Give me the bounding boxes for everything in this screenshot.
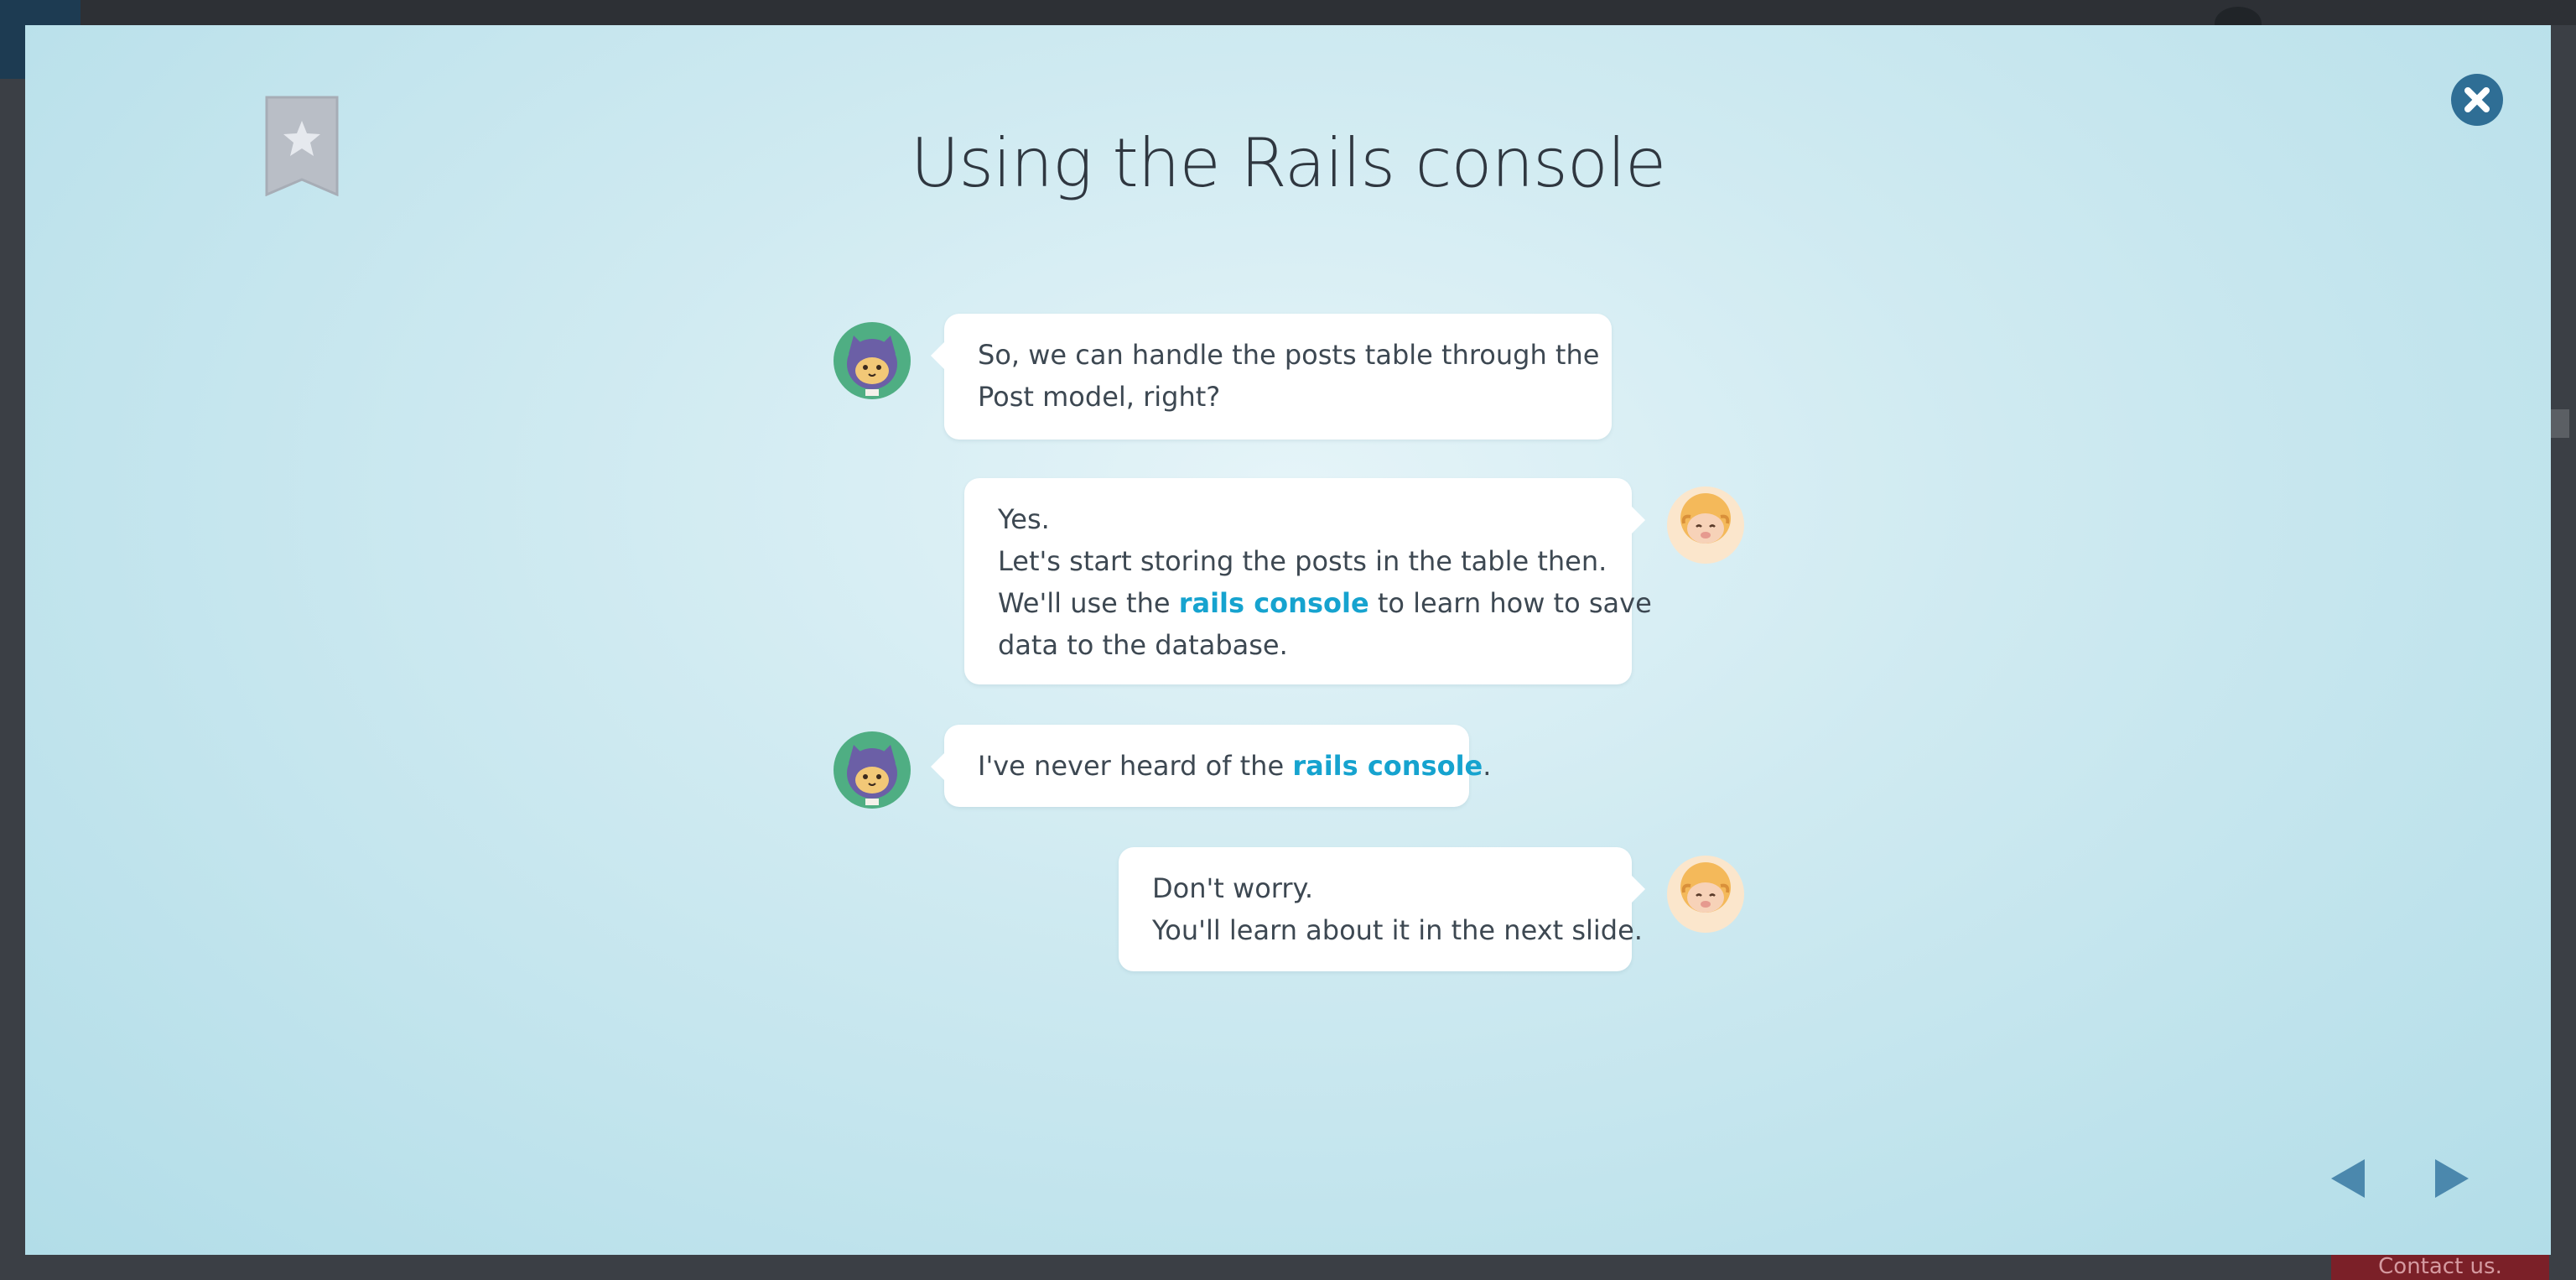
message-text: Post model, right? [978, 381, 1221, 413]
message-bubble: I've never heard of the rails console. [931, 725, 1491, 807]
message-text-part: . [1483, 750, 1492, 782]
sheep-avatar [1665, 854, 1746, 934]
keyword-rails-console: rails console [1292, 750, 1483, 782]
message-text: I've never heard of the rails console. [978, 745, 1491, 787]
message-text: Let's start storing the posts in the tab… [998, 545, 1607, 577]
keyword-rails-console: rails console [1178, 587, 1369, 619]
cat-avatar [832, 320, 912, 401]
message-bubble: Yes. Let's start storing the posts in th… [964, 478, 1652, 684]
message-text: So, we can handle the posts table throug… [978, 339, 1600, 371]
message-text: Don't worry. [1152, 872, 1314, 904]
background-contact-button: Contact us. [2331, 1253, 2549, 1280]
slide-modal: Using the Rails console So, we can handl… [25, 25, 2551, 1255]
background-topbar [0, 0, 2576, 25]
message-text-part: I've never heard of the [978, 750, 1293, 782]
contact-label: Contact us. [2378, 1254, 2502, 1279]
message-bubble: So, we can handle the posts table throug… [931, 314, 1612, 440]
triangle-right-icon [2435, 1159, 2469, 1198]
triangle-left-icon [2331, 1159, 2365, 1198]
next-slide-button[interactable] [2430, 1158, 2472, 1199]
close-icon [2464, 87, 2490, 112]
cat-avatar [832, 730, 912, 810]
sheep-avatar [1665, 485, 1746, 565]
background-scrollbar-thumb [2551, 409, 2569, 438]
slide-title: Using the Rails console [910, 124, 1666, 202]
message-text: data to the database. [998, 629, 1288, 661]
message-text: We'll use the rails console to learn how… [998, 582, 1652, 624]
message-text: You'll learn about it in the next slide. [1152, 914, 1643, 946]
message-text-part: to learn how to save [1368, 587, 1652, 619]
prev-slide-button[interactable] [2328, 1158, 2370, 1199]
message-bubble: Don't worry. You'll learn about it in th… [1119, 847, 1645, 971]
message-text-part: We'll use the [998, 587, 1179, 619]
close-button[interactable] [2451, 74, 2503, 126]
message-text: Yes. [998, 503, 1050, 535]
